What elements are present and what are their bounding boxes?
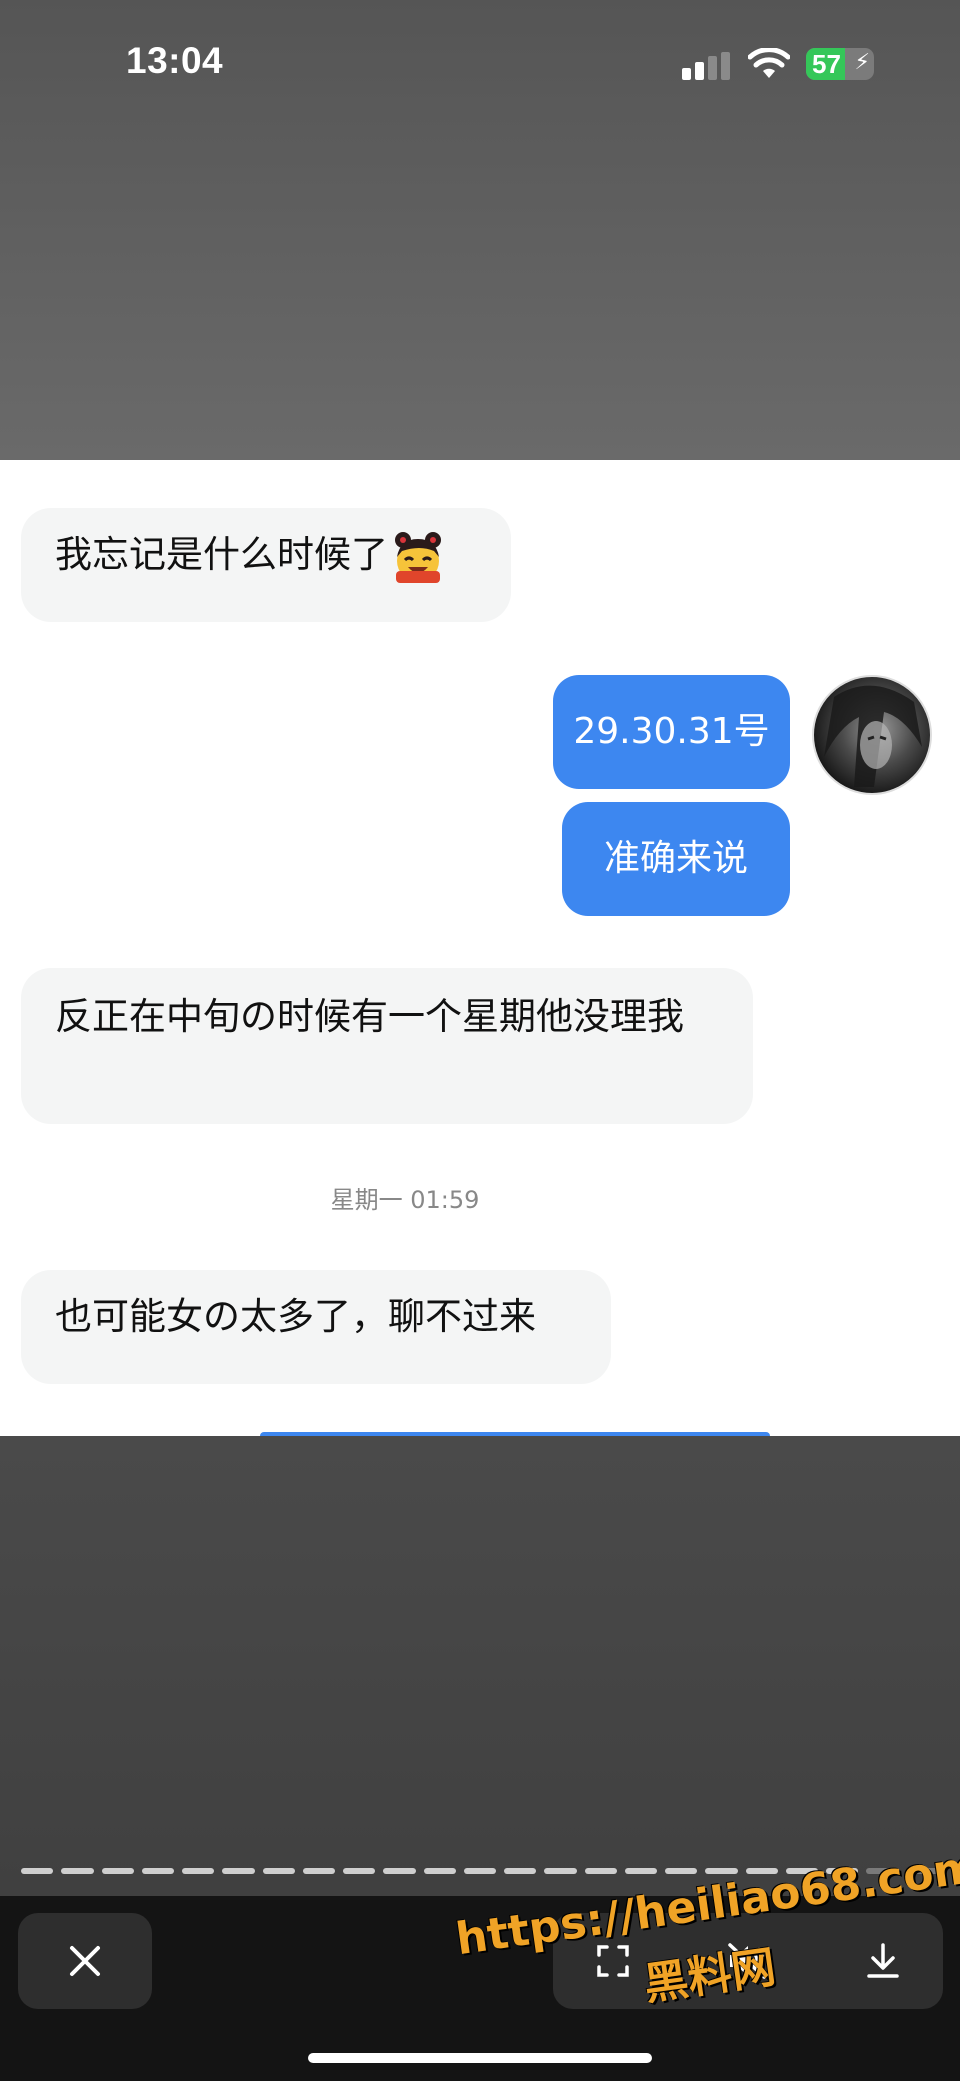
- story-progress-segment: [302, 1868, 336, 1874]
- message-text: 我忘记是什么时候了: [55, 533, 388, 576]
- story-progress-segment: [101, 1868, 134, 1874]
- story-progress-segment: [383, 1868, 416, 1874]
- message-text: 29.30.31号: [573, 711, 770, 752]
- battery-indicator: 57 ⚡: [806, 48, 874, 80]
- incoming-message: 也可能女の太多了，聊不过来: [21, 1270, 611, 1384]
- incoming-message: 反正在中旬の时候有一个星期他没理我: [21, 968, 753, 1124]
- story-progress-segment: [262, 1868, 295, 1874]
- incoming-message: 我忘记是什么时候了: [21, 508, 511, 622]
- chat-screenshot: 我忘记是什么时候了 29.30.31号 准确来说 反正在中旬の时候有一个星期他没…: [0, 460, 960, 1436]
- story-progress-segment: [61, 1868, 94, 1874]
- message-text: 也可能女の太多了，聊不过来: [55, 1295, 536, 1338]
- outgoing-message-partial: [260, 1432, 770, 1436]
- battery-level: 57: [812, 49, 841, 79]
- message-text: 准确来说: [603, 838, 748, 879]
- story-progress-segment: [504, 1868, 537, 1874]
- story-progress-segment: [222, 1868, 255, 1874]
- story-progress-segment: [343, 1868, 376, 1874]
- close-button[interactable]: [18, 1913, 152, 2009]
- message-text: 反正在中旬の时候有一个星期他没理我: [55, 995, 684, 1038]
- avatar: [812, 675, 932, 795]
- smiling-girl-emoji: [390, 529, 446, 585]
- charging-bolt-icon: ⚡: [854, 50, 870, 75]
- outgoing-message: 准确来说: [562, 802, 790, 916]
- outgoing-message: 29.30.31号: [553, 675, 790, 789]
- story-progress-segment: [21, 1868, 54, 1874]
- story-progress-segment: [544, 1868, 577, 1874]
- story-backdrop-bottom: [0, 1436, 960, 1896]
- message-timestamp: 星期一 01:59: [330, 1186, 480, 1214]
- cellular-signal-icon: [682, 52, 730, 80]
- story-progress-segment: [141, 1868, 175, 1874]
- story-progress-segment: [182, 1868, 215, 1874]
- wifi-icon: [748, 48, 790, 78]
- close-icon: [70, 1946, 100, 1976]
- status-time: 13:04: [126, 40, 224, 81]
- status-bar: 13:04 57 ⚡: [0, 0, 960, 130]
- story-progress-segment: [463, 1868, 497, 1874]
- home-indicator[interactable]: [308, 2053, 652, 2063]
- story-progress-segment: [423, 1868, 456, 1874]
